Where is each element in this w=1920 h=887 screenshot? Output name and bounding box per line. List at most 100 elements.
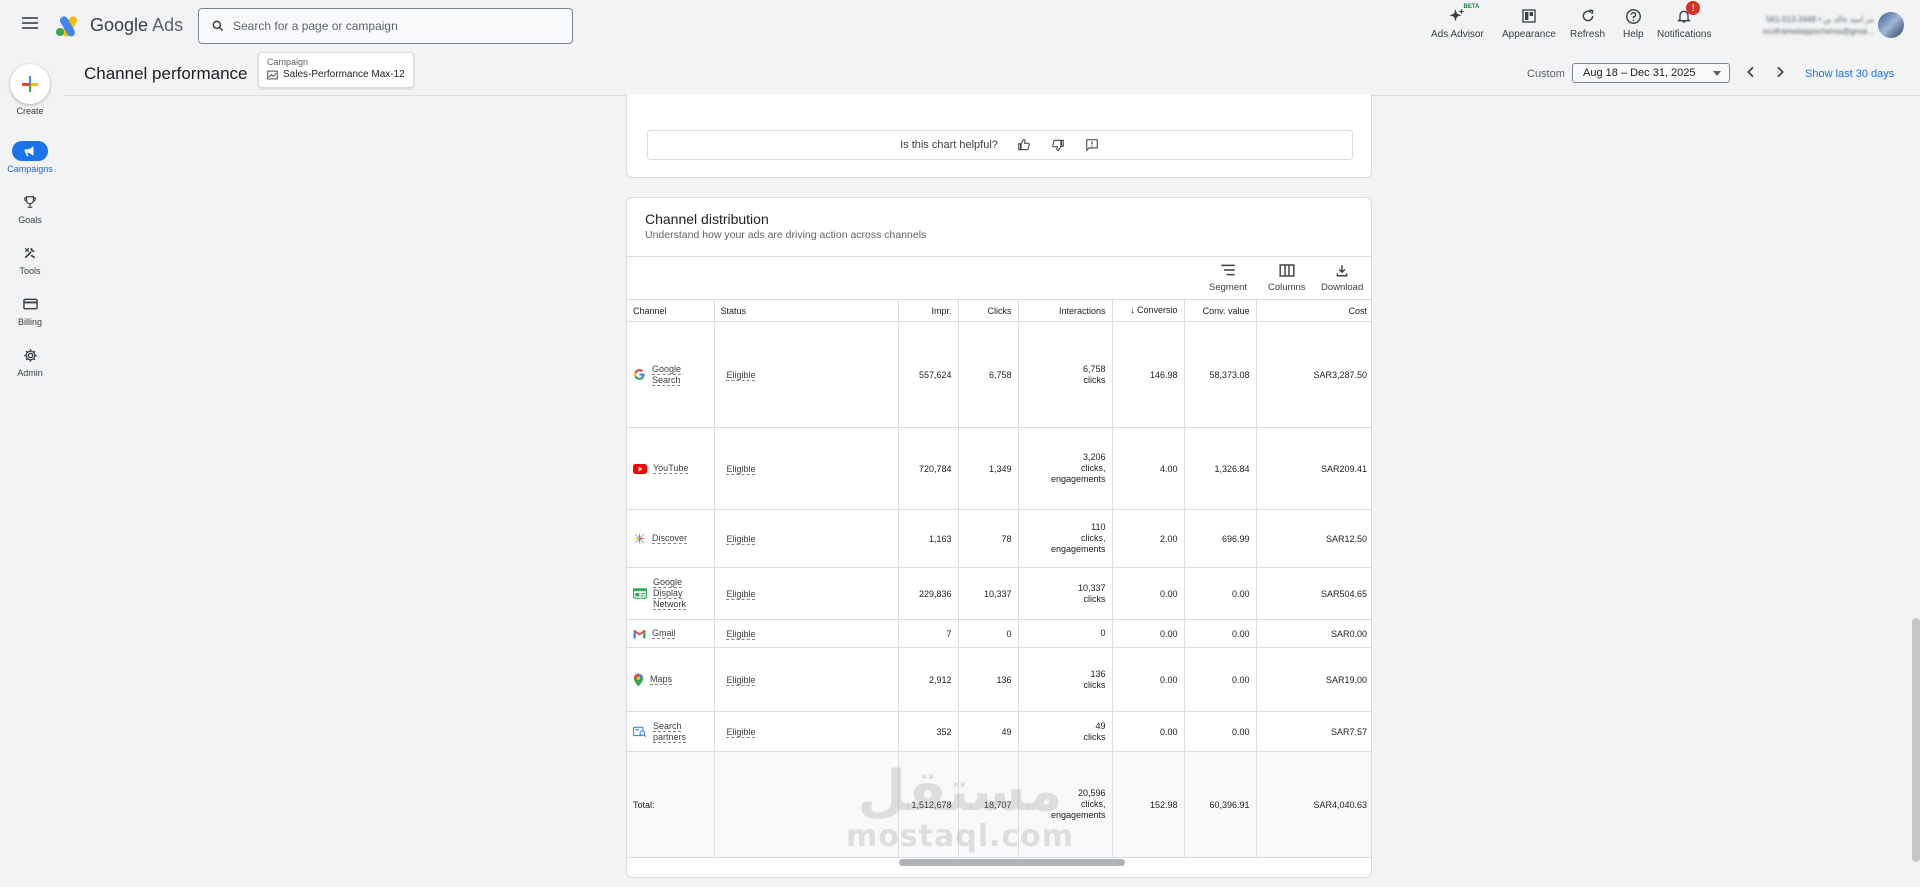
impr-cell: 352	[898, 711, 959, 752]
conversions-cell: 0.00	[1112, 647, 1185, 712]
gmail-icon	[633, 629, 646, 638]
main-menu-button[interactable]	[18, 14, 42, 38]
channel-name-link[interactable]: Search partners	[653, 721, 686, 743]
channel-name-link[interactable]: Maps	[650, 674, 672, 685]
account-info[interactable]: 561-013-3448 • مر اسد خالد بن ecoframeit…	[1726, 14, 1874, 38]
status-link[interactable]: Eligible	[721, 464, 756, 474]
ads-advisor-button[interactable]: BETA Ads Advisor	[1431, 4, 1484, 40]
conv-value-cell: 1,326.84	[1184, 427, 1257, 510]
interactions-cell: 136 clicks	[1018, 647, 1113, 712]
status-link[interactable]: Eligible	[721, 629, 756, 639]
interactions-line: 49	[1095, 720, 1106, 731]
refresh-label: Refresh	[1570, 29, 1606, 40]
thumbs-down-button[interactable]	[1050, 137, 1066, 153]
column-header-conv-value[interactable]: Conv. value	[1184, 299, 1257, 322]
display-network-icon	[633, 588, 647, 599]
refresh-button[interactable]: Refresh	[1570, 6, 1605, 40]
search-box[interactable]	[198, 8, 573, 44]
next-period-button[interactable]	[1772, 64, 1788, 80]
total-clicks-cell: 18,707	[958, 751, 1019, 858]
table-header-row: Channel Status Impr. Clicks Interactions…	[627, 299, 1371, 322]
column-header-impr[interactable]: Impr.	[898, 299, 959, 322]
previous-period-button[interactable]	[1743, 64, 1759, 80]
column-header-interactions[interactable]: Interactions	[1018, 299, 1113, 322]
columns-icon	[1278, 262, 1296, 278]
help-button[interactable]: Help	[1623, 6, 1644, 40]
total-conversions-cell: 152.98	[1112, 751, 1185, 858]
column-header-clicks[interactable]: Clicks	[958, 299, 1019, 322]
clicks-cell: 0	[958, 619, 1019, 648]
date-range-picker[interactable]: Aug 18 – Dec 31, 2025	[1572, 63, 1730, 83]
conv-value-cell: 0.00	[1184, 647, 1257, 712]
search-icon	[212, 20, 224, 32]
nav-item-goals[interactable]: Goals	[0, 192, 60, 225]
search-input[interactable]	[233, 19, 553, 33]
status-cell: Eligible	[714, 427, 899, 510]
total-status-cell	[714, 751, 899, 858]
table-row: Gmail Eligible 7 0 0 0.00 0.00 SAR0.00	[627, 619, 1371, 648]
channel-name-link[interactable]: YouTube	[653, 463, 688, 474]
create-button[interactable]	[10, 64, 50, 104]
google-ads-logo[interactable]: Google Ads	[56, 14, 183, 38]
nav-item-tools[interactable]: Tools	[0, 243, 60, 276]
google-ads-logo-icon	[56, 14, 82, 38]
feedback-comment-icon	[1086, 139, 1098, 152]
channel-name-link[interactable]: Gmail	[652, 628, 676, 639]
channel-distribution-table: Channel Status Impr. Clicks Interactions…	[627, 299, 1371, 858]
channel-name-line: Network	[653, 599, 687, 609]
status-link[interactable]: Eligible	[721, 370, 756, 380]
appearance-label: Appearance	[1502, 29, 1556, 40]
total-conv-value-cell: 60,396.91	[1184, 751, 1257, 858]
show-last-30-days-link[interactable]: Show last 30 days	[1805, 68, 1894, 80]
conversions-header-label: Conversio	[1136, 305, 1178, 315]
bell-icon: !	[1674, 1, 1701, 26]
table-row: Google Search Eligible 557,624 6,758 6,75…	[627, 321, 1371, 428]
status-link[interactable]: Eligible	[721, 589, 756, 599]
notification-badge: !	[1686, 1, 1701, 15]
column-header-status[interactable]: Status	[714, 299, 899, 322]
conversions-cell: 0.00	[1112, 567, 1185, 620]
campaign-selector[interactable]: Campaign Sales-Performance Max-12	[258, 52, 414, 88]
nav-item-billing[interactable]: Billing	[0, 294, 60, 327]
status-cell: Eligible	[714, 619, 899, 648]
interactions-line: 136	[1090, 668, 1106, 679]
download-button[interactable]: Download	[1321, 262, 1363, 293]
feedback-comment-button[interactable]	[1084, 137, 1100, 153]
clicks-cell: 10,337	[958, 567, 1019, 620]
status-link[interactable]: Eligible	[721, 727, 756, 737]
table-row: Search partners Eligible 352 49 49 clicks …	[627, 711, 1371, 752]
clicks-cell: 78	[958, 509, 1019, 568]
avatar[interactable]	[1878, 12, 1904, 38]
interactions-line: clicks	[1083, 731, 1106, 742]
column-header-channel[interactable]: Channel	[627, 299, 715, 322]
channel-name-link[interactable]: Discover	[652, 533, 687, 544]
credit-card-icon	[12, 294, 48, 314]
status-cell: Eligible	[714, 321, 899, 428]
help-label: Help	[1623, 29, 1644, 40]
interactions-line: clicks,	[1081, 463, 1106, 473]
channel-name-link[interactable]: Google Search	[652, 364, 681, 386]
channel-name-line: partners	[653, 731, 687, 742]
date-range-type: Custom	[1527, 68, 1565, 80]
horizontal-scrollbar[interactable]	[899, 859, 1125, 866]
thumbs-up-button[interactable]	[1016, 137, 1032, 153]
interactions-line: clicks	[1083, 679, 1106, 690]
total-cost-cell: SAR4,040.63	[1256, 751, 1371, 858]
channel-cell: Search partners	[627, 711, 715, 752]
search-partners-icon	[633, 726, 647, 737]
nav-item-admin[interactable]: Admin	[0, 345, 60, 378]
column-header-cost[interactable]: Cost	[1256, 299, 1371, 322]
status-link[interactable]: Eligible	[721, 675, 756, 685]
vertical-scrollbar[interactable]	[1912, 618, 1920, 862]
channel-name-link[interactable]: Google Display Network	[653, 577, 686, 610]
column-header-conversions[interactable]: ↓ Conversio	[1112, 299, 1185, 322]
interactions-line: clicks,	[1081, 799, 1106, 809]
appearance-button[interactable]: Appearance	[1502, 6, 1556, 40]
discover-icon	[633, 532, 646, 545]
status-link[interactable]: Eligible	[721, 534, 756, 544]
segment-button[interactable]: Segment	[1209, 262, 1247, 293]
columns-button[interactable]: Columns	[1268, 262, 1306, 293]
notifications-button[interactable]: ! Notifications	[1657, 1, 1711, 40]
nav-item-campaigns[interactable]: Campaigns	[0, 141, 60, 174]
dropdown-caret-icon	[1713, 71, 1721, 76]
